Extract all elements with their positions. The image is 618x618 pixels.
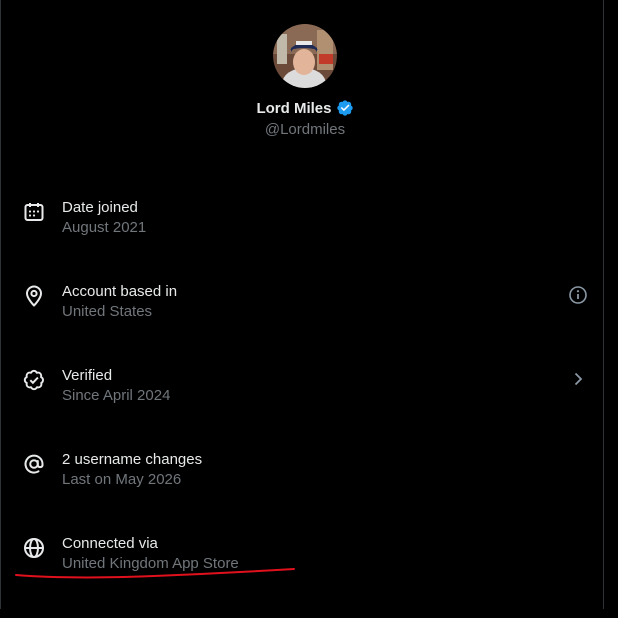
row-text: Verified Since April 2024	[62, 366, 170, 406]
row-subtitle: August 2021	[62, 219, 147, 236]
row-subtitle: Since April 2024	[62, 387, 171, 404]
info-icon[interactable]	[566, 283, 590, 307]
calendar-icon	[24, 203, 44, 221]
row-title: Verified	[62, 367, 113, 384]
name-row: Lord Miles	[0, 98, 610, 118]
chevron-right-icon[interactable]	[566, 367, 590, 391]
row-title: Account based in	[62, 283, 178, 300]
red-underline-annotation	[15, 568, 295, 579]
row-text: 2 username changes Last on May 2026	[62, 450, 202, 490]
location-pin-icon	[26, 285, 42, 307]
about-row-date-joined: Date joined August 2021	[0, 198, 604, 282]
about-row-verified[interactable]: Verified Since April 2024	[0, 366, 604, 450]
about-row-account-based-in: Account based in United States	[0, 282, 604, 366]
row-title: Date joined	[62, 199, 138, 216]
row-subtitle: United States	[62, 303, 153, 320]
at-sign-icon	[24, 454, 44, 474]
avatar[interactable]	[273, 24, 337, 88]
row-title: Connected via	[62, 535, 158, 552]
row-text: Date joined August 2021	[62, 198, 146, 238]
row-subtitle: Last on May 2026	[62, 471, 182, 488]
profile-header: Lord Miles @Lordmiles	[0, 24, 610, 138]
globe-icon	[24, 538, 44, 558]
row-title: 2 username changes	[62, 451, 203, 468]
row-text: Account based in United States	[62, 282, 177, 322]
verified-badge-outline-icon	[23, 369, 44, 391]
about-row-username-changes: 2 username changes Last on May 2026	[0, 450, 604, 534]
verified-badge-icon[interactable]	[336, 99, 354, 117]
profile-handle: @Lordmiles	[264, 121, 346, 138]
profile-name: Lord Miles	[256, 99, 332, 117]
